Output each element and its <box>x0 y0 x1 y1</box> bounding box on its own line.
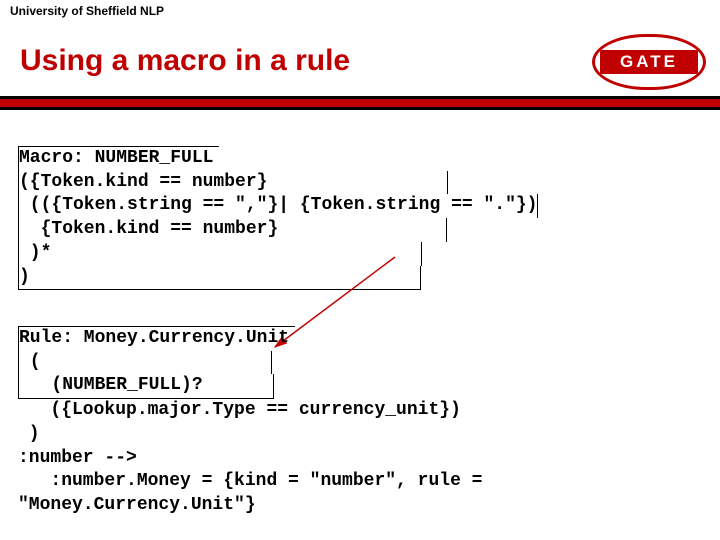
rule-line-1: Rule: Money.Currency.Unit <box>18 326 295 351</box>
rule-line-6: :number --> <box>18 448 137 468</box>
rule-line-4: ({Lookup.major.Type == currency_unit}) <box>18 400 461 420</box>
rule-line-2: ( <box>18 351 272 375</box>
slide: University of Sheffield NLP GATE Using a… <box>0 0 720 540</box>
macro-line-1: Macro: NUMBER_FULL <box>18 146 219 171</box>
rule-line-7: :number.Money = {kind = "number", rule = <box>18 471 482 491</box>
macro-line-6: ) <box>18 266 421 291</box>
affiliation-header: University of Sheffield NLP <box>0 0 720 20</box>
slide-title: Using a macro in a rule <box>20 44 350 78</box>
macro-code-block: Macro: NUMBER_FULL ({Token.kind == numbe… <box>18 122 578 290</box>
gate-logo: GATE <box>590 28 708 96</box>
rule-code-block: Rule: Money.Currency.Unit ( (NUMBER_FULL… <box>18 302 578 518</box>
rule-line-5: ) <box>18 424 40 444</box>
title-divider <box>0 96 720 110</box>
macro-line-2: ({Token.kind == number} <box>18 171 448 195</box>
macro-line-5: )* <box>18 242 422 266</box>
rule-line-8: "Money.Currency.Unit"} <box>18 495 256 515</box>
rule-line-3: (NUMBER_FULL)? <box>18 374 274 399</box>
macro-line-4: {Token.kind == number} <box>18 218 447 242</box>
macro-line-3: (({Token.string == ","}| {Token.string =… <box>18 194 538 218</box>
gate-logo-text: GATE <box>600 50 698 74</box>
